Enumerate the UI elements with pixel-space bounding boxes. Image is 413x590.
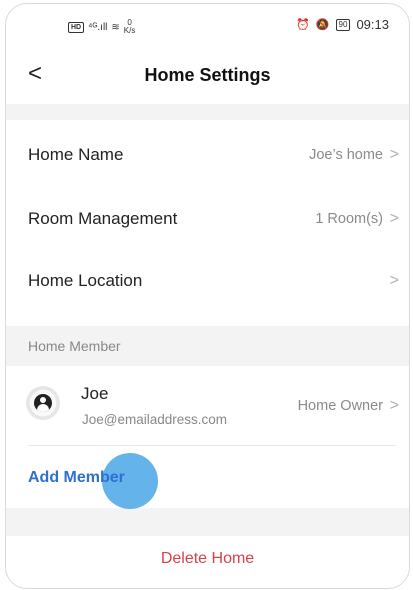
mute-icon: 🔕 xyxy=(315,19,330,31)
chevron-right-icon: > xyxy=(389,397,399,414)
room-management-row[interactable]: Room Management 1 Room(s) > xyxy=(6,190,409,252)
chevron-right-icon: > xyxy=(389,272,399,289)
alarm-icon: ⏰ xyxy=(296,19,310,31)
room-management-value: 1 Room(s) xyxy=(315,211,383,227)
status-bar: HD ⁴ᴳ.ıll ≋ 0 K/s ⏰ 🔕 90 09:13 xyxy=(6,4,409,42)
home-location-row[interactable]: Home Location > xyxy=(6,252,409,326)
delete-home-button[interactable]: Delete Home xyxy=(6,536,409,588)
chevron-right-icon: > xyxy=(389,146,399,163)
section-gap xyxy=(6,508,409,536)
avatar xyxy=(26,386,60,420)
home-name-label: Home Name xyxy=(28,145,124,164)
member-role: Home Owner xyxy=(297,398,383,414)
status-right: ⏰ 🔕 90 09:13 xyxy=(296,17,389,32)
clock: 09:13 xyxy=(356,17,389,32)
network-speed: 0 K/s xyxy=(124,19,136,35)
add-member-label: Add Member xyxy=(28,469,125,486)
member-name: Joe xyxy=(81,384,109,403)
add-member-button[interactable]: Add Member xyxy=(6,446,409,509)
cell-signal-icon: ⁴ᴳ.ıll xyxy=(88,21,108,33)
page-title: Home Settings xyxy=(144,65,271,85)
home-member-header: Home Member xyxy=(6,326,409,366)
room-management-label: Room Management xyxy=(28,209,178,228)
delete-home-label: Delete Home xyxy=(160,550,255,567)
nav-bar: < Home Settings xyxy=(6,56,409,100)
chevron-right-icon: > xyxy=(389,210,399,227)
wifi-icon: ≋ xyxy=(111,21,120,33)
member-email: Joe@emailaddress.com xyxy=(82,412,228,427)
network-speed-unit: K/s xyxy=(123,26,136,35)
phone-frame: HD ⁴ᴳ.ıll ≋ 0 K/s ⏰ 🔕 90 09:13 < Home Se… xyxy=(5,3,410,589)
member-row[interactable]: Joe Joe@emailaddress.com Home Owner > xyxy=(6,366,409,446)
person-icon xyxy=(34,394,52,412)
home-member-header-label: Home Member xyxy=(28,338,121,354)
home-name-value: Joe’s home xyxy=(309,147,383,163)
hd-badge: HD xyxy=(68,21,85,33)
battery-icon: 90 xyxy=(335,18,351,31)
status-left: HD ⁴ᴳ.ıll ≋ 0 K/s xyxy=(68,19,135,35)
home-name-row[interactable]: Home Name Joe’s home > xyxy=(6,120,409,190)
home-location-label: Home Location xyxy=(28,271,143,290)
section-gap xyxy=(6,104,409,120)
